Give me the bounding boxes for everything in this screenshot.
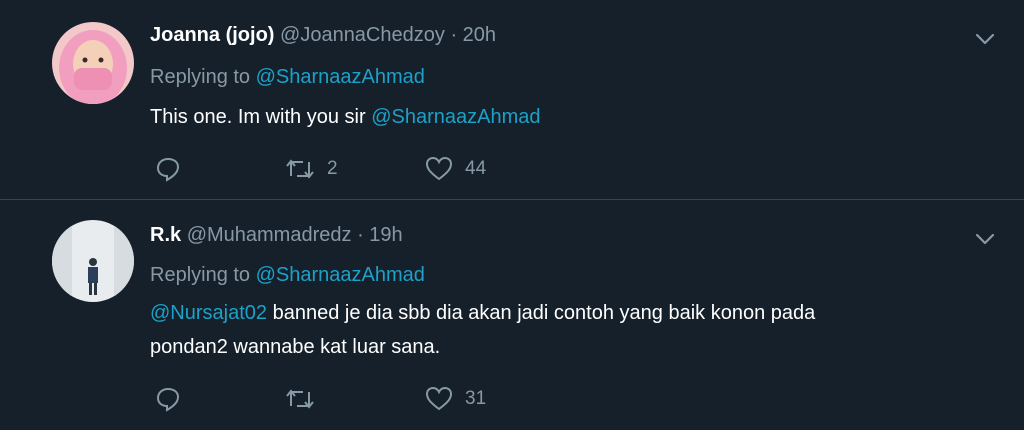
like-button[interactable]: 31	[425, 386, 486, 412]
replying-prefix: Replying to	[150, 264, 251, 286]
display-name[interactable]: R.k	[150, 224, 181, 246]
retweet-icon	[285, 386, 315, 412]
tweet-mention[interactable]: @SharnaazAhmad	[371, 106, 540, 128]
retweet-button[interactable]	[285, 386, 327, 412]
avatar[interactable]	[52, 220, 134, 302]
tweet-text-line1: banned je dia sbb dia akan jadi contoh y…	[267, 302, 816, 324]
tweet-actions: 2 44	[155, 156, 555, 186]
reply-icon	[155, 156, 181, 182]
chevron-down-icon[interactable]	[974, 228, 996, 250]
reply-button[interactable]	[155, 386, 181, 412]
replying-prefix: Replying to	[150, 66, 251, 88]
like-count: 44	[465, 158, 487, 179]
user-handle[interactable]: @Muhammadredz	[187, 224, 352, 246]
separator-dot: ·	[450, 24, 458, 46]
retweet-count: 2	[327, 158, 338, 179]
tweet-text-part: This one. Im with you sir	[150, 106, 372, 128]
heart-icon	[425, 156, 453, 182]
tweet[interactable]: R.k @Muhammadredz · 19h Replying to @Sha…	[0, 200, 1024, 430]
tweet-text: This one. Im with you sir @SharnaazAhmad	[150, 100, 970, 134]
tweet-text-line2: pondan2 wannabe kat luar sana.	[150, 336, 441, 358]
user-handle[interactable]: @JoannaChedzoy	[280, 24, 445, 46]
tweet-header: R.k @Muhammadredz · 19h	[150, 224, 403, 247]
replying-to: Replying to @SharnaazAhmad	[150, 66, 425, 89]
tweet-mention[interactable]: @Nursajat02	[150, 302, 267, 324]
avatar[interactable]	[52, 22, 134, 104]
replying-to-mention[interactable]: @SharnaazAhmad	[256, 66, 425, 88]
tweet-actions: 31	[155, 386, 555, 416]
timestamp[interactable]: 19h	[369, 224, 402, 246]
heart-icon	[425, 386, 453, 412]
tweet-text: @Nursajat02 banned je dia sbb dia akan j…	[150, 296, 970, 364]
retweet-icon	[285, 156, 315, 182]
like-button[interactable]: 44	[425, 156, 486, 182]
chevron-down-icon[interactable]	[974, 28, 996, 50]
like-count: 31	[465, 388, 487, 409]
display-name[interactable]: Joanna (jojo)	[150, 24, 274, 46]
replying-to: Replying to @SharnaazAhmad	[150, 264, 425, 287]
timestamp[interactable]: 20h	[463, 24, 496, 46]
tweet[interactable]: Joanna (jojo) @JoannaChedzoy · 20h Reply…	[0, 0, 1024, 200]
replying-to-mention[interactable]: @SharnaazAhmad	[256, 264, 425, 286]
separator-dot: ·	[357, 224, 364, 246]
reply-button[interactable]	[155, 156, 181, 182]
reply-icon	[155, 386, 181, 412]
tweet-header: Joanna (jojo) @JoannaChedzoy · 20h	[150, 24, 496, 47]
retweet-button[interactable]: 2	[285, 156, 338, 182]
